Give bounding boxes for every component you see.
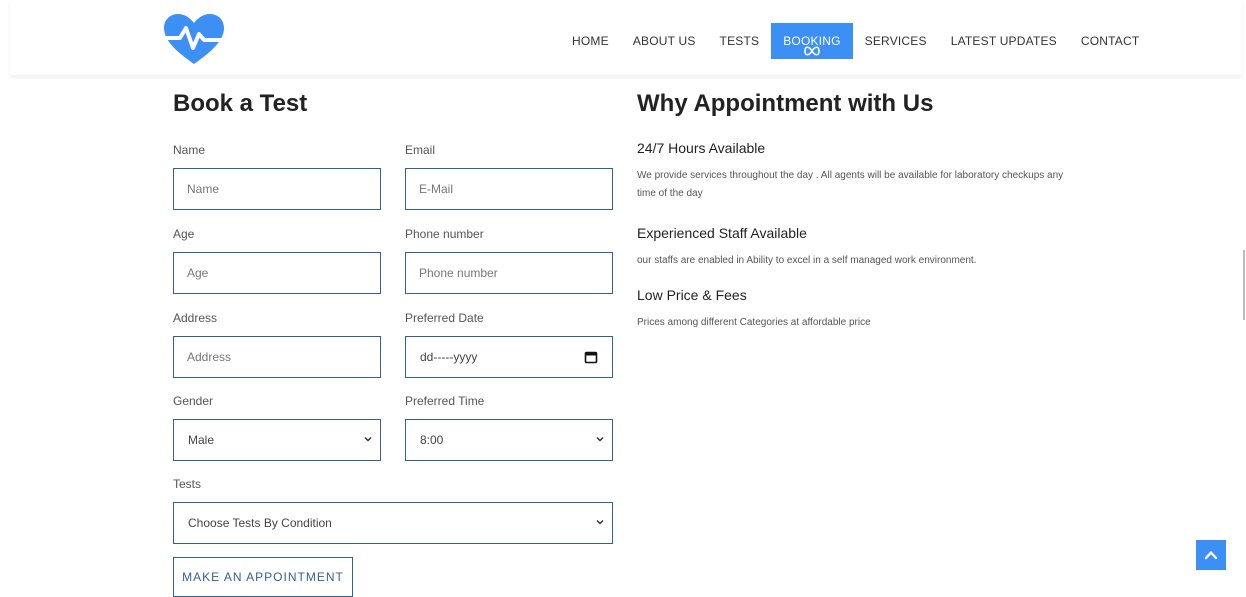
heart-pulse-icon[interactable] (160, 12, 228, 66)
email-label: Email (405, 143, 436, 157)
chevron-down-icon (596, 436, 604, 442)
name-label: Name (173, 143, 206, 157)
nav-booking[interactable]: BOOKING (771, 23, 853, 59)
why-title: Why Appointment with Us (637, 90, 934, 117)
infinity-icon (804, 46, 820, 56)
tests-value: Choose Tests By Condition (188, 516, 332, 530)
calendar-icon[interactable] (584, 350, 598, 364)
nav-tests[interactable]: TESTS (708, 23, 772, 59)
date-label: Preferred Date (405, 311, 484, 325)
nav-home[interactable]: HOME (560, 23, 621, 59)
chevron-down-icon (364, 436, 372, 442)
why-text-availability: We provide services throughout the day .… (637, 170, 1064, 199)
gender-select[interactable]: Male (173, 419, 381, 461)
gender-value: Male (188, 433, 215, 447)
why-text-staff: our staffs are enabled in Ability to exc… (637, 255, 977, 266)
form-title: Book a Test (173, 90, 308, 117)
address-input[interactable] (173, 336, 381, 378)
make-appointment-button[interactable]: MAKE AN APPOINTMENT (173, 557, 353, 597)
date-placeholder: dd-----yyyy (420, 350, 478, 364)
address-label: Address (173, 311, 218, 325)
gender-label: Gender (173, 394, 214, 408)
phone-input[interactable] (405, 252, 613, 294)
time-label: Preferred Time (405, 394, 485, 408)
why-heading-staff: Experienced Staff Available (637, 225, 807, 241)
scroll-top-button[interactable] (1196, 540, 1226, 570)
nav-latest-updates[interactable]: LATEST UPDATES (939, 23, 1069, 59)
tests-label: Tests (173, 477, 202, 491)
why-text-price: Prices among different Categories at aff… (637, 317, 871, 328)
time-select[interactable]: 8:00 (405, 419, 613, 461)
chevron-up-icon (1204, 551, 1218, 560)
tests-select[interactable]: Choose Tests By Condition (173, 502, 613, 544)
email-input[interactable] (405, 168, 613, 210)
nav-services[interactable]: SERVICES (853, 23, 939, 59)
main-nav: HOME ABOUT US TESTS BOOKING SERVICES LAT… (560, 23, 1151, 59)
time-value: 8:00 (420, 433, 444, 447)
age-input[interactable] (173, 252, 381, 294)
chevron-down-icon (596, 519, 604, 525)
age-label: Age (173, 227, 195, 241)
date-input[interactable]: dd-----yyyy (405, 336, 613, 378)
name-input[interactable] (173, 168, 381, 210)
nav-about-us[interactable]: ABOUT US (621, 23, 708, 59)
nav-contact[interactable]: CONTACT (1069, 23, 1152, 59)
scrollbar-thumb[interactable] (1243, 250, 1245, 320)
phone-label: Phone number (405, 227, 484, 241)
why-heading-price: Low Price & Fees (637, 287, 747, 303)
why-heading-availability: 24/7 Hours Available (637, 140, 766, 156)
